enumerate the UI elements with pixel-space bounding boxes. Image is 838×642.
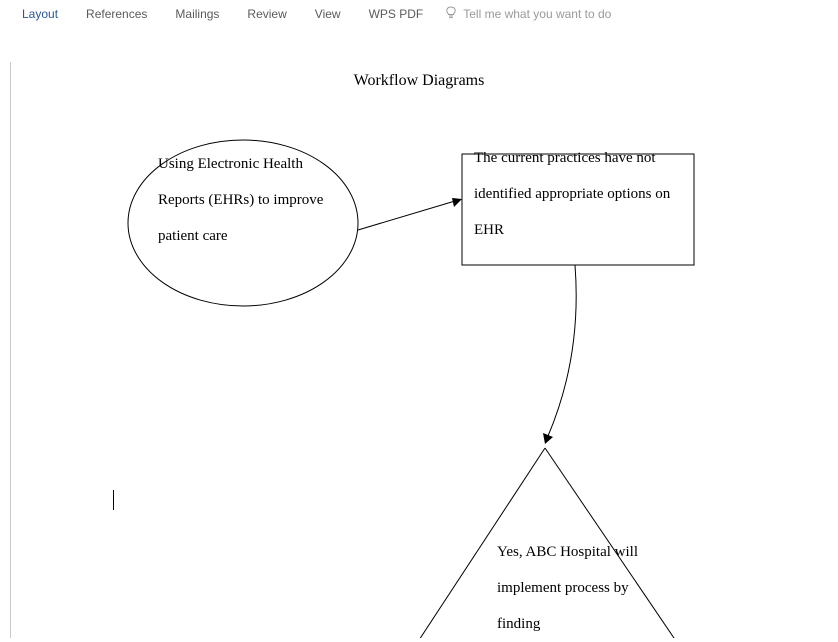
ellipse-text[interactable]: Using Electronic Health Reports (EHRs) t… <box>158 146 338 254</box>
text-cursor <box>113 490 114 510</box>
diamond-text[interactable]: Yes, ABC Hospital will implement process… <box>497 534 657 642</box>
tell-me-search[interactable]: Tell me what you want to do <box>437 2 619 27</box>
document-canvas[interactable]: Workflow Diagrams Using Electronic Healt… <box>0 28 838 610</box>
arrowhead-1 <box>452 198 462 207</box>
ribbon-tabs: Layout References Mailings Review View W… <box>0 0 838 28</box>
tab-mailings[interactable]: Mailings <box>161 3 233 25</box>
workflow-diagram <box>0 56 838 638</box>
tab-review[interactable]: Review <box>233 3 300 25</box>
arrowhead-2 <box>543 433 553 444</box>
tab-view[interactable]: View <box>301 3 355 25</box>
arrow-ellipse-to-rect <box>358 201 455 230</box>
rectangle-text[interactable]: The current practices have not identifie… <box>474 140 684 248</box>
lightbulb-icon <box>445 6 457 23</box>
arrow-rect-to-diamond <box>548 265 576 436</box>
tab-wps-pdf[interactable]: WPS PDF <box>355 3 438 25</box>
tab-layout[interactable]: Layout <box>8 3 72 25</box>
tell-me-placeholder: Tell me what you want to do <box>463 7 611 21</box>
tab-references[interactable]: References <box>72 3 161 25</box>
